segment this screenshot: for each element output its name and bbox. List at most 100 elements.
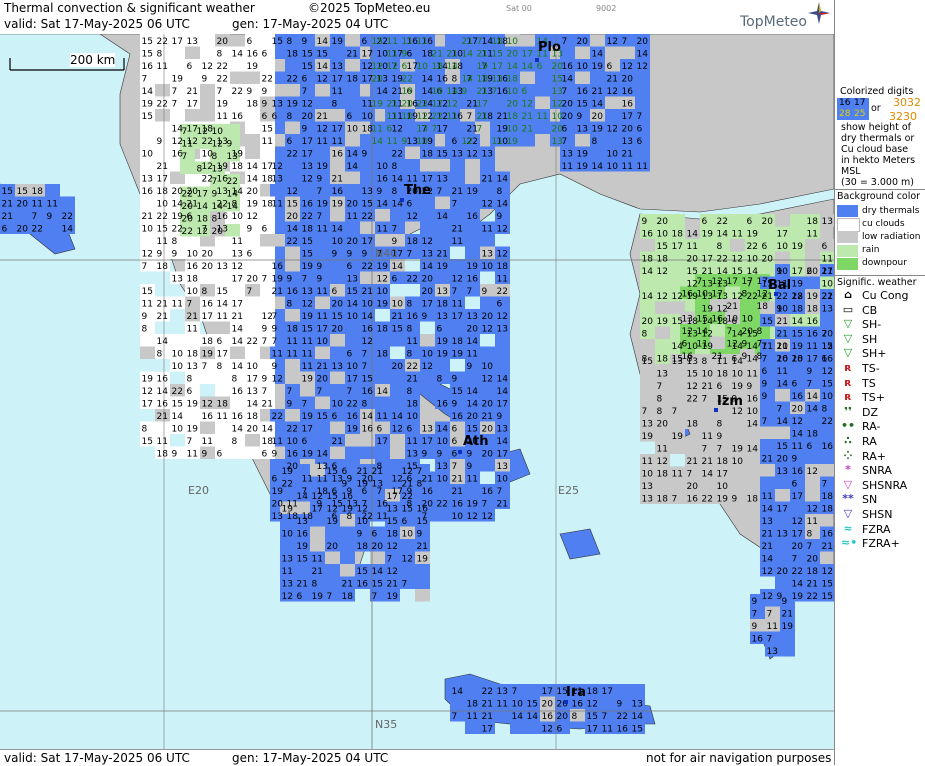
thermal-digit: 21 xyxy=(762,530,773,540)
thermal-digit: 21 xyxy=(332,175,343,185)
thermal-digit: 7 xyxy=(762,355,768,365)
thermal-digit: 14 xyxy=(507,62,519,72)
thermal-digit: 14 xyxy=(227,202,239,212)
thermal-digit: 20 xyxy=(422,275,434,285)
thermal-digit: 6 xyxy=(822,242,828,252)
thermal-digit: 9 xyxy=(732,495,738,505)
thermal-digit: 22 xyxy=(247,337,258,347)
thermal-digit: 6 xyxy=(682,340,688,350)
thermal-digit: 11 xyxy=(372,125,383,135)
legend-wx-title: Signific. weather xyxy=(837,277,917,288)
map-cell xyxy=(185,334,200,347)
thermal-digit: 21 xyxy=(342,580,353,590)
thermal-digit: 14 xyxy=(497,200,509,210)
map-cell xyxy=(465,221,480,234)
legend-bg-label: rain xyxy=(862,245,880,256)
map-cell xyxy=(700,239,715,252)
thermal-digit: 18 xyxy=(247,412,259,422)
thermal-digit: 10 xyxy=(172,425,184,435)
thermal-digit: 11 xyxy=(697,340,708,350)
thermal-digit: 11 xyxy=(622,162,633,172)
thermal-digit: 12 xyxy=(202,400,213,410)
thermal-digit: 14 xyxy=(467,387,479,397)
thermal-digit: 21 xyxy=(477,87,488,97)
thermal-digit: 17 xyxy=(602,687,613,697)
thermal-digit: 13 xyxy=(497,462,508,472)
thermal-digit: 21 xyxy=(157,312,168,322)
thermal-digit: 9 xyxy=(762,392,768,402)
thermal-digit: 13 xyxy=(297,517,308,527)
thermal-digit: 14 xyxy=(632,712,644,722)
thermal-digit: 7 xyxy=(642,407,648,417)
thermal-digit: 22 xyxy=(392,150,403,160)
thermal-digit: 18 xyxy=(202,337,214,347)
thermal-digit: 7 xyxy=(362,362,368,372)
thermal-digit: 22 xyxy=(157,37,168,47)
thermal-digit: 16 xyxy=(822,442,834,452)
map-cell xyxy=(390,371,405,384)
thermal-digit: 11 xyxy=(217,412,228,422)
thermal-digit: 15 xyxy=(362,375,373,385)
legend-wx-label: TS+ xyxy=(862,391,885,405)
thermal-digit: 7 xyxy=(402,580,408,590)
thermal-digit: 17 xyxy=(302,425,313,435)
map-cell xyxy=(390,384,405,397)
thermal-digit: 7 xyxy=(212,177,218,187)
thermal-digit: 17 xyxy=(347,375,358,385)
thermal-digit: 21 xyxy=(432,50,443,60)
thermal-digit: 17 xyxy=(712,290,723,300)
thermal-digit: 20 xyxy=(217,37,229,47)
thermal-digit: 9 xyxy=(717,432,723,442)
thermal-digit: 6 xyxy=(377,425,383,435)
thermal-digit: 9 xyxy=(332,250,338,260)
thermal-digit: 18 xyxy=(432,62,444,72)
map-cell xyxy=(760,226,775,239)
thermal-digit: 16 xyxy=(747,395,759,405)
thermal-digit: 20 xyxy=(577,37,589,47)
thermal-digit: 18 xyxy=(717,457,729,467)
thunder-icon: ʀ xyxy=(844,375,852,389)
thermal-digit: 15 xyxy=(587,712,598,722)
thermal-digit: 17 xyxy=(302,150,313,160)
thermal-digit: 15 xyxy=(272,37,283,47)
map-cell xyxy=(345,184,360,197)
map-cell xyxy=(140,134,155,147)
thermal-digit: 14 xyxy=(232,362,244,372)
thermal-digit: 6 xyxy=(402,517,408,527)
thermal-digit: 12 xyxy=(392,425,403,435)
thermal-digit: 6 xyxy=(762,242,768,252)
thermal-digit: 13 xyxy=(187,362,198,372)
thermal-digit: 6 xyxy=(217,337,223,347)
thermal-digit: 15 xyxy=(317,412,328,422)
thermal-digit: 22 xyxy=(157,212,168,222)
thermal-digit: 6 xyxy=(347,112,353,122)
thermal-digit: 10 xyxy=(482,362,494,372)
thermal-digit: 7 xyxy=(702,445,708,455)
thermal-digit: 11 xyxy=(702,432,713,442)
thermal-digit: 12 xyxy=(327,505,338,515)
legend-description-line: Cu cloud base xyxy=(841,144,909,155)
thermal-digit: 14 xyxy=(377,387,389,397)
thermal-digit: 13 xyxy=(682,315,693,325)
thermal-digit: 10 xyxy=(507,37,519,47)
thermal-digit: 18 xyxy=(357,542,369,552)
disclaimer: not for air navigation purposes xyxy=(646,751,832,765)
thermal-digit: 14 xyxy=(592,100,604,110)
thermal-digit: 7 xyxy=(217,87,223,97)
map-cell xyxy=(285,171,300,184)
thermal-digit: 6 xyxy=(807,267,813,277)
thermal-digit: 8 xyxy=(212,215,218,225)
thermal-digit: 15 xyxy=(467,425,478,435)
thermal-digit: 20 xyxy=(372,542,384,552)
thermal-digit: 10 xyxy=(187,250,199,260)
thermal-digit: 7 xyxy=(272,337,278,347)
thermal-digit: 15 xyxy=(362,200,373,210)
map-cell xyxy=(420,209,435,222)
thermal-digit: 21 xyxy=(762,455,773,465)
thermal-digit: 11 xyxy=(467,712,478,722)
map-cell xyxy=(450,696,465,709)
thermal-digit: 14 xyxy=(232,337,244,347)
map-cell xyxy=(140,346,155,359)
thermal-digit: 10 xyxy=(607,162,619,172)
snow-rain-icon: * xyxy=(845,463,851,477)
